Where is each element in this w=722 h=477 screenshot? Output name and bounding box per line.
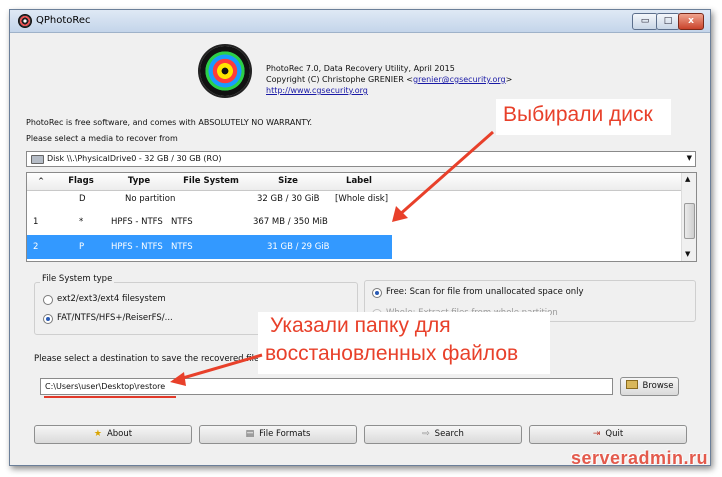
arrow-to-folder	[170, 353, 263, 386]
arrow-to-disk	[392, 130, 494, 222]
watermark: serveradmin.ru	[570, 448, 708, 468]
annotation-arrows	[44, 130, 494, 398]
